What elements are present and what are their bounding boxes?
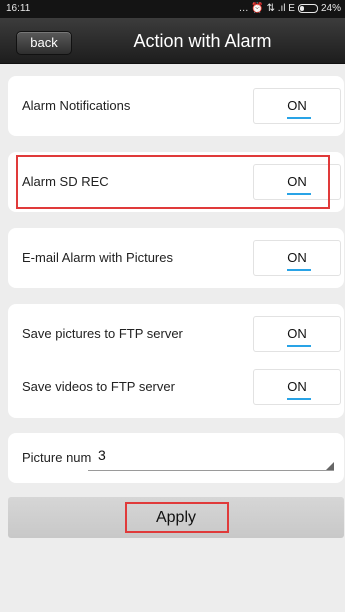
status-icons: … ⏰ ⇅ .ıl E 24% <box>239 3 341 14</box>
email-alarm-toggle[interactable]: ON <box>253 240 341 276</box>
picture-num-card: Picture num 3 <box>8 433 344 483</box>
back-button[interactable]: back <box>16 31 72 55</box>
ftp-videos-toggle[interactable]: ON <box>253 369 341 405</box>
status-time: 16:11 <box>6 3 31 14</box>
toggle-state: ON <box>287 379 307 394</box>
email-alarm-card: E-mail Alarm with Pictures ON <box>8 228 344 288</box>
setting-row-alarm-notifications: Alarm Notifications ON <box>8 85 344 127</box>
highlight-box-sd-rec <box>16 155 330 209</box>
setting-label: E-mail Alarm with Pictures <box>22 250 173 265</box>
toggle-state: ON <box>287 250 307 265</box>
setting-label: Save pictures to FTP server <box>22 326 183 341</box>
setting-row-ftp-pictures: Save pictures to FTP server ON <box>8 313 344 355</box>
alarm-notifications-card: Alarm Notifications ON <box>8 76 344 136</box>
toggle-state: ON <box>287 326 307 341</box>
ftp-pictures-toggle[interactable]: ON <box>253 316 341 352</box>
picture-num-value: 3 <box>98 447 106 463</box>
setting-row-ftp-videos: Save videos to FTP server ON <box>8 366 344 408</box>
navigation-bar: Action with Alarm back <box>0 18 345 64</box>
battery-percent: 24% <box>320 3 341 14</box>
input-underline <box>88 470 334 471</box>
toggle-underline <box>287 345 311 347</box>
setting-row-email-alarm: E-mail Alarm with Pictures ON <box>8 237 344 279</box>
setting-label: Alarm Notifications <box>22 98 131 113</box>
toggle-state: ON <box>287 98 307 113</box>
status-bar: 16:11 … ⏰ ⇅ .ıl E 24% <box>0 0 345 18</box>
toggle-underline <box>287 269 311 271</box>
dropdown-corner-icon <box>326 462 334 470</box>
toggle-underline <box>287 117 311 119</box>
picture-num-label: Picture num <box>22 450 92 465</box>
ftp-card: Save pictures to FTP server ON Save vide… <box>8 304 344 418</box>
highlight-box-apply <box>125 502 229 533</box>
alarm-notifications-toggle[interactable]: ON <box>253 88 341 124</box>
setting-label: Save videos to FTP server <box>22 379 175 394</box>
battery-icon <box>297 4 318 13</box>
picture-num-input[interactable]: 3 <box>88 437 338 477</box>
toggle-underline <box>287 398 311 400</box>
status-signal-icons: … ⏰ ⇅ .ıl E <box>238 3 295 14</box>
